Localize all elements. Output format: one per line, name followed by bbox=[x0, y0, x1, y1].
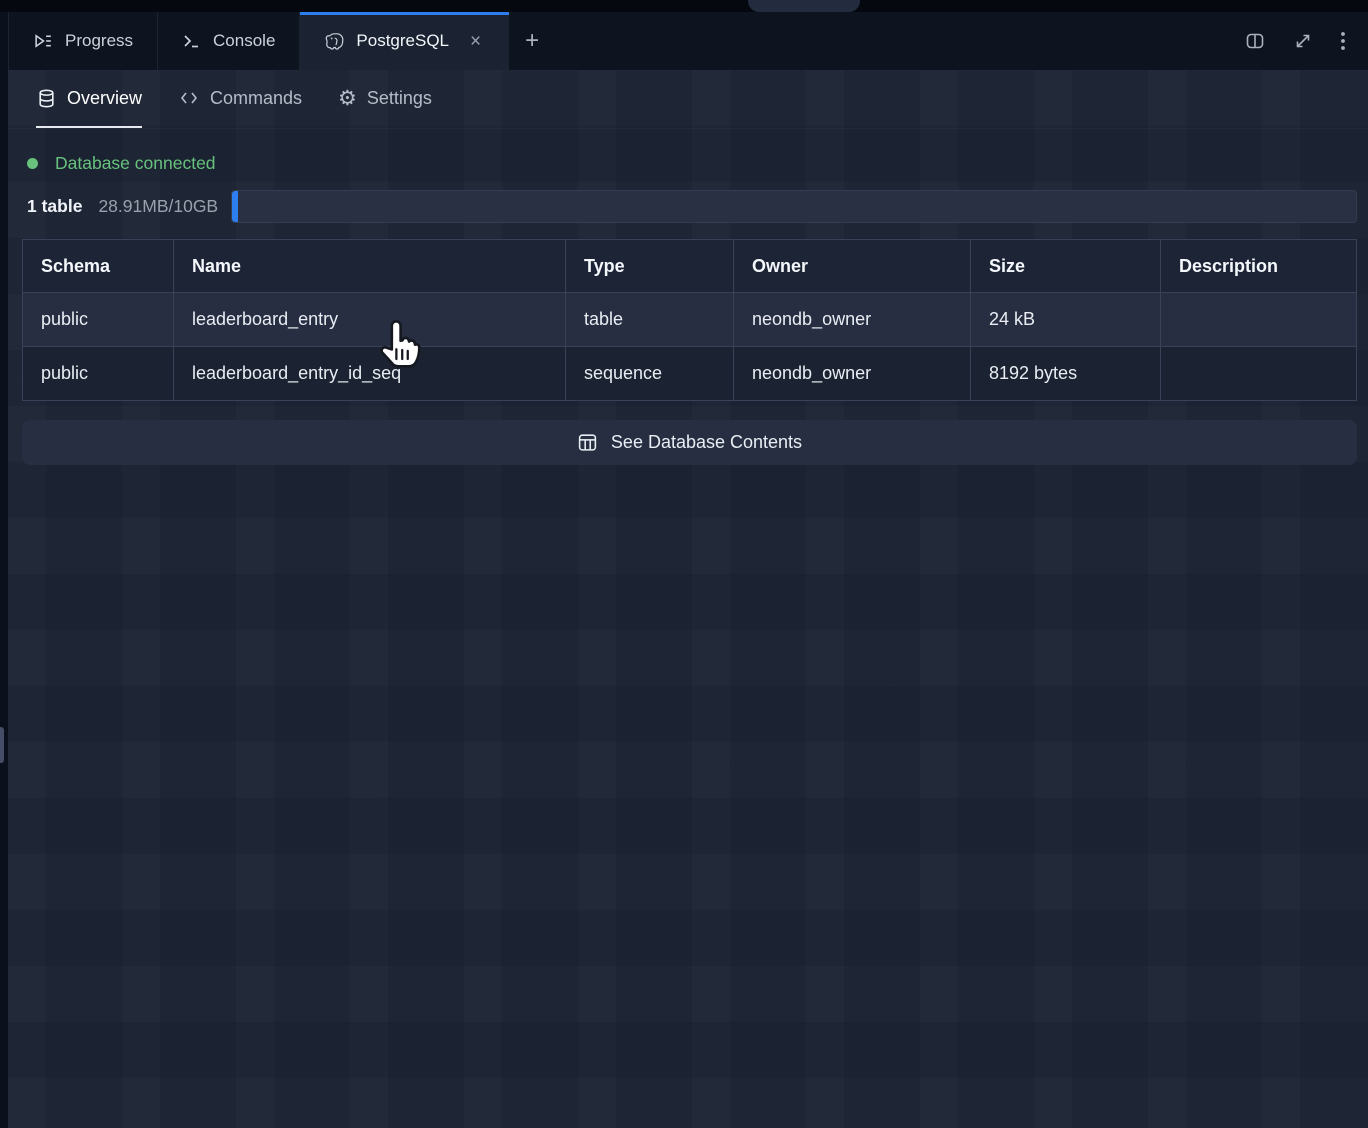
column-header-name: Name bbox=[174, 240, 566, 292]
subtab-label: Overview bbox=[67, 88, 142, 109]
table-row-cell-size[interactable]: 24 kB bbox=[971, 292, 1161, 346]
column-header-type: Type bbox=[566, 240, 734, 292]
column-header-owner: Owner bbox=[734, 240, 971, 292]
progress-icon bbox=[33, 31, 54, 52]
pane-tab-bar: Progress Console PostgreSQL × + bbox=[8, 12, 1368, 70]
postgresql-pane: Progress Console PostgreSQL × + bbox=[8, 12, 1368, 1128]
table-row-cell-type[interactable]: table bbox=[566, 292, 734, 346]
tab-settings[interactable]: ⚙ Settings bbox=[338, 70, 432, 128]
button-label: See Database Contents bbox=[611, 432, 802, 453]
table-grid-icon bbox=[577, 432, 598, 453]
table-row-cell-type[interactable]: sequence bbox=[566, 346, 734, 400]
tab-bar-spacer bbox=[555, 12, 1244, 70]
new-tab-button[interactable]: + bbox=[509, 12, 555, 70]
subtab-label: Commands bbox=[210, 88, 302, 109]
tables-table: Schema Name Type Owner Size Description … bbox=[22, 239, 1357, 401]
table-row-cell-owner[interactable]: neondb_owner bbox=[734, 292, 971, 346]
tab-overview[interactable]: Overview bbox=[36, 70, 142, 128]
see-database-contents-button[interactable]: See Database Contents bbox=[22, 420, 1357, 465]
split-pane-icon[interactable] bbox=[1244, 30, 1266, 52]
gear-icon: ⚙ bbox=[338, 88, 357, 109]
kebab-menu-icon[interactable] bbox=[1340, 30, 1346, 52]
tab-progress[interactable]: Progress bbox=[8, 12, 158, 70]
tab-console[interactable]: Console bbox=[158, 12, 300, 70]
storage-progress-bar bbox=[231, 190, 1357, 223]
expand-icon[interactable] bbox=[1292, 30, 1314, 52]
overview-content: Database connected 1 table 28.91MB/10GB … bbox=[8, 129, 1368, 1128]
postgresql-panel: Overview Commands ⚙ Settings Database c bbox=[8, 70, 1368, 1128]
tab-label: Console bbox=[213, 31, 275, 51]
subtab-bar: Overview Commands ⚙ Settings bbox=[8, 70, 1368, 129]
postgresql-icon bbox=[324, 31, 345, 52]
column-header-description: Description bbox=[1161, 240, 1356, 292]
status-text: Database connected bbox=[55, 153, 216, 174]
table-row-cell-size[interactable]: 8192 bytes bbox=[971, 346, 1161, 400]
tab-label: PostgreSQL bbox=[356, 31, 449, 51]
table-row-cell-schema[interactable]: public bbox=[23, 346, 174, 400]
window-top-strip bbox=[0, 0, 1368, 12]
table-count: 1 table bbox=[27, 196, 82, 217]
tab-label: Progress bbox=[65, 31, 133, 51]
status-dot-icon bbox=[27, 158, 38, 169]
db-status: Database connected bbox=[22, 153, 1357, 174]
database-icon bbox=[36, 88, 57, 109]
table-row-cell-owner[interactable]: neondb_owner bbox=[734, 346, 971, 400]
table-row-cell-description[interactable] bbox=[1161, 292, 1356, 346]
code-icon bbox=[178, 87, 200, 109]
table-row-cell-description[interactable] bbox=[1161, 346, 1356, 400]
pane-resize-handle[interactable] bbox=[0, 727, 4, 763]
table-row-cell-schema[interactable]: public bbox=[23, 292, 174, 346]
storage-progress-fill bbox=[232, 191, 238, 222]
tab-postgresql[interactable]: PostgreSQL × bbox=[300, 12, 509, 70]
subtab-label: Settings bbox=[367, 88, 432, 109]
tab-commands[interactable]: Commands bbox=[178, 70, 302, 128]
column-header-schema: Schema bbox=[23, 240, 174, 292]
storage-amount: 28.91MB/10GB bbox=[98, 196, 218, 217]
close-tab-icon[interactable]: × bbox=[466, 30, 485, 53]
pane-actions bbox=[1244, 12, 1368, 70]
storage-usage: 1 table 28.91MB/10GB bbox=[22, 190, 1357, 223]
table-row-cell-name[interactable]: leaderboard_entry_id_seq bbox=[174, 346, 566, 400]
window-top-pill bbox=[748, 0, 860, 12]
console-icon bbox=[182, 31, 202, 51]
column-header-size: Size bbox=[971, 240, 1161, 292]
table-row-cell-name[interactable]: leaderboard_entry bbox=[174, 292, 566, 346]
